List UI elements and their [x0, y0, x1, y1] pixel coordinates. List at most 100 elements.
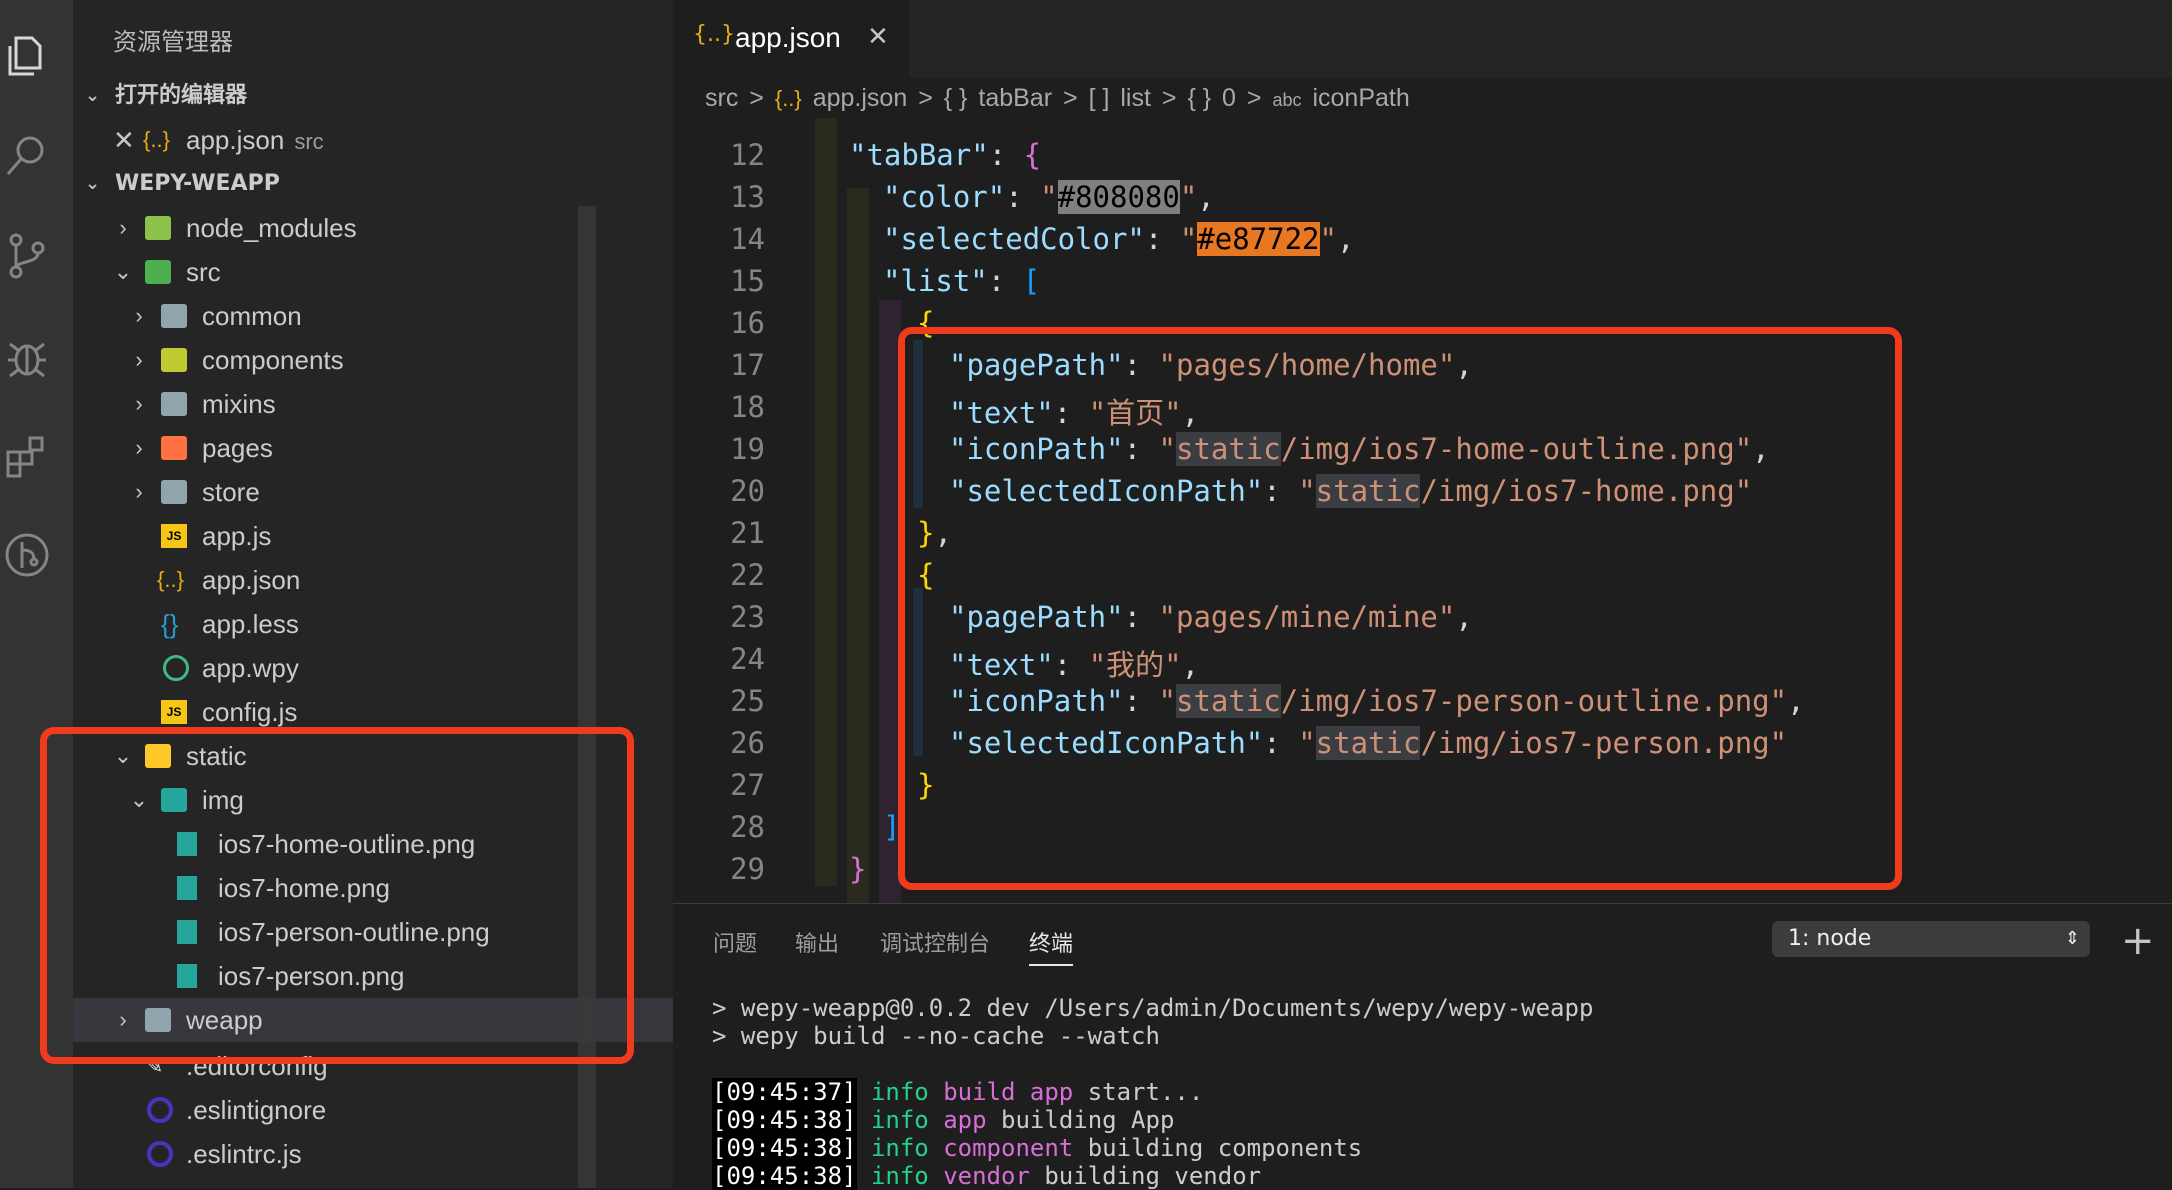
- chevron-down-icon: ⌄: [85, 173, 101, 194]
- search-icon[interactable]: [0, 128, 54, 182]
- open-editor-name: app.json: [186, 125, 285, 155]
- breadcrumb: src > {..} app.json > { } tabBar > [ ] l…: [673, 78, 2172, 118]
- node-folder-icon: [145, 216, 171, 240]
- object-icon: { }: [1187, 84, 1212, 112]
- line-number: 13: [730, 180, 765, 214]
- line-number: 15: [730, 264, 765, 298]
- indent-guide: [847, 188, 869, 903]
- chevron-right-icon: >: [1161, 84, 1177, 112]
- line-number: 25: [730, 684, 765, 718]
- color-swatch: #808080: [1057, 180, 1180, 214]
- line-number: 21: [730, 516, 765, 550]
- line-number: 28: [730, 810, 765, 844]
- breadcrumb-iconpath[interactable]: iconPath: [1312, 84, 1409, 112]
- terminal-select[interactable]: 1: node ⇕: [1772, 921, 2090, 957]
- line-number: 22: [730, 558, 765, 592]
- code-line: "list": [: [883, 264, 1041, 298]
- line-number: 12: [730, 138, 765, 172]
- debug-icon[interactable]: [0, 330, 54, 384]
- eslint-icon: [147, 1141, 173, 1167]
- explorer-title: 资源管理器: [113, 29, 233, 56]
- js-file-icon: JS: [161, 524, 187, 548]
- line-number: 20: [730, 474, 765, 508]
- tab-label: app.json: [735, 22, 841, 53]
- line-number: 29: [730, 852, 765, 886]
- tab-problems[interactable]: 问题: [713, 926, 757, 958]
- components-folder-icon: [161, 348, 187, 372]
- chevron-right-icon: >: [1246, 84, 1262, 112]
- code-line: }: [849, 852, 867, 886]
- line-number: 23: [730, 600, 765, 634]
- chevron-down-icon: ⌄: [85, 85, 101, 106]
- terminal-line: [09:45:38] info component building compo…: [712, 1134, 1363, 1162]
- chevron-right-icon: ›: [135, 391, 143, 416]
- chevron-right-icon: >: [749, 84, 764, 112]
- tab-debug-console[interactable]: 调试控制台: [880, 926, 990, 958]
- selected-color-swatch: #e87722: [1197, 222, 1320, 256]
- highlight-box-list-items: [898, 327, 1902, 890]
- extensions-icon[interactable]: [0, 428, 54, 482]
- json-icon: {..}: [693, 22, 735, 47]
- open-editor-item[interactable]: ✕ {..} app.json src: [73, 118, 673, 162]
- breadcrumb-index[interactable]: 0: [1222, 84, 1236, 112]
- open-editor-dir: src: [294, 129, 324, 154]
- terminal-line: [09:45:38] info app building App: [712, 1106, 1175, 1134]
- highlight-box-static-folder: [40, 727, 634, 1064]
- folder-icon: [161, 304, 187, 328]
- indent-guide: [815, 118, 837, 886]
- less-file-icon: {}: [161, 609, 179, 639]
- terminal-line: > wepy-weapp@0.0.2 dev /Users/admin/Docu…: [712, 994, 1594, 1022]
- line-number: 27: [730, 768, 765, 802]
- line-number: 17: [730, 348, 765, 382]
- terminal-line: [09:45:38] info vendor building vendor: [712, 1162, 1262, 1190]
- src-folder-icon: [145, 260, 171, 284]
- project-header[interactable]: ⌄ WEPY-WEAPP: [73, 162, 673, 206]
- string-icon: abc: [1272, 90, 1302, 110]
- close-icon[interactable]: ✕: [867, 22, 889, 52]
- chevron-right-icon: ›: [135, 435, 143, 460]
- code-line: "selectedColor": "#e87722",: [883, 222, 1355, 256]
- chevron-right-icon: >: [1063, 84, 1078, 112]
- chevron-right-icon: ›: [119, 215, 127, 240]
- add-terminal-icon[interactable]: +: [2121, 918, 2155, 964]
- wpy-file-icon: [163, 655, 189, 681]
- breadcrumb-file[interactable]: app.json: [813, 84, 908, 112]
- pages-folder-icon: [161, 436, 187, 460]
- source-control-icon[interactable]: [0, 228, 54, 282]
- close-icon[interactable]: ✕: [113, 118, 135, 162]
- line-number: 16: [730, 306, 765, 340]
- select-arrows-icon: ⇕: [2064, 928, 2080, 949]
- line-number: 18: [730, 390, 765, 424]
- tab-output[interactable]: 输出: [795, 926, 839, 958]
- git-graph-icon[interactable]: [0, 528, 54, 582]
- chevron-right-icon: >: [918, 84, 933, 112]
- chevron-right-icon: ›: [135, 303, 143, 328]
- code-line: "color": "#808080",: [883, 180, 1215, 214]
- breadcrumb-tabbar[interactable]: tabBar: [978, 84, 1052, 112]
- terminal-line: [09:45:37] info build app start...: [712, 1078, 1204, 1106]
- line-number: 14: [730, 222, 765, 256]
- chevron-right-icon: ›: [135, 347, 143, 372]
- code-line: "tabBar": {: [849, 138, 1042, 172]
- explorer-icon[interactable]: [0, 28, 54, 82]
- breadcrumb-src[interactable]: src: [705, 84, 738, 112]
- line-number: 24: [730, 642, 765, 676]
- js-file-icon: JS: [161, 700, 187, 724]
- chevron-right-icon: ›: [135, 479, 143, 504]
- line-number: 19: [730, 432, 765, 466]
- json-icon: {..}: [143, 127, 170, 152]
- line-number: 26: [730, 726, 765, 760]
- eslint-icon: [147, 1097, 173, 1123]
- folder-icon: [161, 480, 187, 504]
- object-icon: { }: [943, 84, 968, 112]
- array-icon: [ ]: [1088, 84, 1110, 112]
- json-icon: {..}: [774, 86, 802, 111]
- breadcrumb-list[interactable]: list: [1120, 84, 1151, 112]
- tab-terminal[interactable]: 终端: [1029, 926, 1073, 958]
- terminal-line: > wepy build --no-cache --watch: [712, 1022, 1160, 1050]
- chevron-down-icon: ⌄: [113, 259, 133, 284]
- json-icon: {..}: [157, 567, 184, 592]
- tab-app-json[interactable]: {..} app.json ✕: [673, 0, 909, 78]
- open-editors-header[interactable]: ⌄ 打开的编辑器: [73, 74, 673, 118]
- active-tab-underline: [1029, 964, 1073, 966]
